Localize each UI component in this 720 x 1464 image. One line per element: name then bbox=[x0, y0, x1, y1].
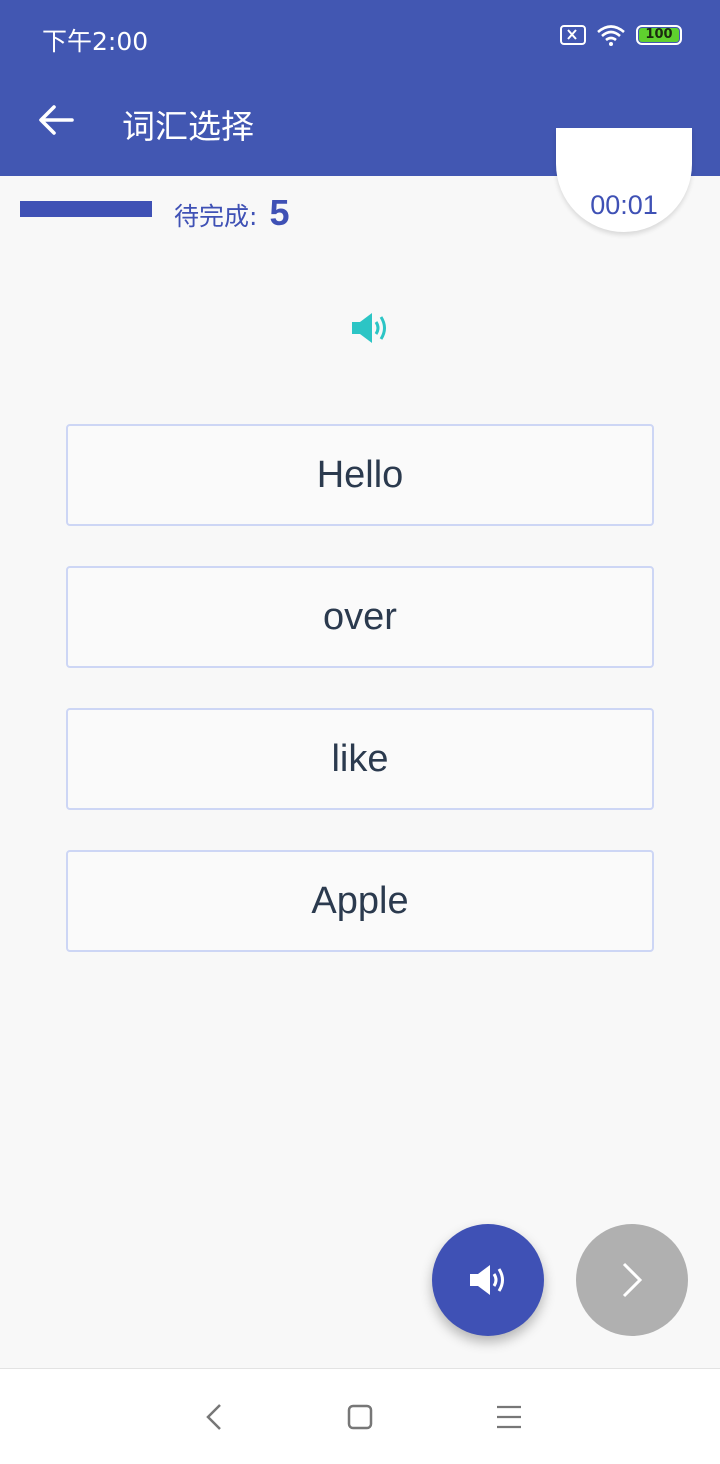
pending-label: 待完成: bbox=[174, 202, 258, 231]
chevron-right-icon bbox=[622, 1262, 643, 1298]
option-button[interactable]: like bbox=[66, 708, 654, 810]
page-title: 词汇选择 bbox=[122, 107, 254, 146]
speaker-icon bbox=[470, 1265, 504, 1295]
progress-bar bbox=[20, 201, 152, 217]
option-button[interactable]: Hello bbox=[66, 424, 654, 526]
arrow-left-icon[interactable] bbox=[36, 100, 76, 140]
sim-card-off-icon bbox=[560, 25, 586, 45]
pending-indicator: 待完成: 5 bbox=[174, 192, 289, 234]
next-button[interactable] bbox=[576, 1224, 688, 1336]
battery-icon: 100 bbox=[636, 25, 682, 45]
speaker-icon[interactable] bbox=[350, 310, 390, 346]
battery-level: 100 bbox=[639, 28, 679, 42]
option-button[interactable]: over bbox=[66, 566, 654, 668]
progress-fill bbox=[20, 201, 152, 217]
system-nav-bar bbox=[0, 1368, 720, 1464]
home-icon[interactable] bbox=[342, 1399, 378, 1435]
back-icon[interactable] bbox=[196, 1399, 232, 1435]
menu-icon[interactable] bbox=[491, 1399, 527, 1435]
option-button[interactable]: Apple bbox=[66, 850, 654, 952]
pending-count: 5 bbox=[269, 192, 290, 233]
play-audio-button[interactable] bbox=[432, 1224, 544, 1336]
status-time: 下午2:00 bbox=[42, 27, 149, 56]
status-icons: 100 bbox=[560, 20, 682, 50]
timer: 00:01 bbox=[556, 128, 692, 232]
wifi-icon bbox=[597, 25, 625, 46]
